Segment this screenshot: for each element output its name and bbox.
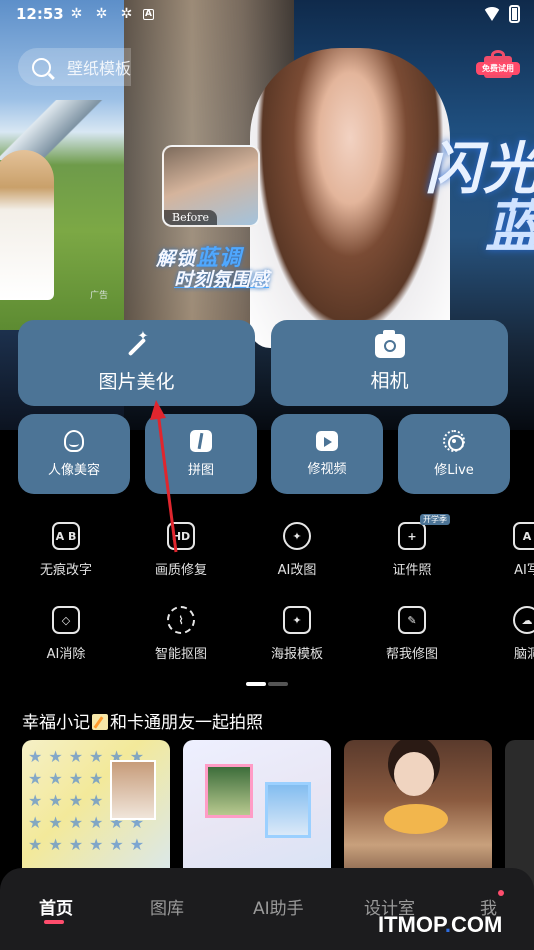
tool-label: 脑洞 — [513, 647, 534, 662]
free-trial-label: 免费试用 — [476, 62, 520, 75]
cutout-icon: ⌇ — [167, 606, 195, 634]
edit-video-button[interactable]: 修视频 — [271, 414, 383, 494]
photo-beautify-button[interactable]: 图片美化 — [18, 320, 255, 406]
section-title: 幸福小记 和卡通朋友一起拍照 — [22, 708, 263, 733]
tool-id-photo[interactable]: + 证件照 — [357, 522, 467, 578]
brain-icon: ☁ — [513, 606, 534, 634]
sync-icon: ✲ — [95, 6, 108, 22]
card-face — [394, 752, 434, 796]
section-title-pre: 幸福小记 — [22, 713, 90, 733]
search-placeholder: 壁纸模板 — [67, 59, 131, 78]
tool-ai-erase[interactable]: ◇ AI消除 — [11, 606, 121, 662]
portrait-beauty-button[interactable]: 人像美容 — [18, 414, 130, 494]
a-box-icon: A — [143, 9, 154, 20]
edit-live-button[interactable]: 修Live — [398, 414, 510, 494]
camera-button[interactable]: 相机 — [271, 320, 508, 406]
big-title-line2: 蓝 — [485, 198, 534, 256]
camera-label: 相机 — [370, 369, 409, 392]
battery-icon — [509, 5, 520, 23]
ad-tag: 广告 — [90, 291, 109, 301]
tool-label: 无痕改字 — [39, 563, 92, 578]
big-title-line1: 闪光 — [425, 136, 534, 202]
portrait-beauty-label: 人像美容 — [47, 463, 100, 478]
tool-help-edit[interactable]: ✎ 帮我修图 — [357, 606, 467, 662]
tool-label: 海报模板 — [270, 647, 323, 662]
nav-ai-assistant[interactable]: AI助手 — [253, 894, 304, 919]
card-photo — [110, 760, 156, 820]
eraser-icon: ◇ — [52, 606, 80, 634]
watermark-left: ITMOP — [378, 912, 445, 937]
page-dot-active — [246, 682, 266, 686]
card-photo — [265, 782, 311, 838]
photo-edit-icon: ✎ — [398, 606, 426, 634]
slogan-line2: 时刻氛围感 — [174, 269, 270, 291]
tool-label: 画质修复 — [154, 563, 207, 578]
before-thumbnail: Before — [162, 145, 260, 227]
face-icon — [64, 430, 84, 452]
card-pizza — [384, 804, 448, 834]
collage-label: 拼图 — [187, 463, 214, 478]
memo-icon — [92, 714, 108, 730]
site-watermark: ITMOP.COM — [378, 912, 502, 938]
poster-icon: ✦ — [283, 606, 311, 634]
tool-poster-template[interactable]: ✦ 海报模板 — [242, 606, 352, 662]
status-bar: 12:53 ✲ ✲ ✲ A — [0, 0, 534, 30]
tool-label: AI改图 — [277, 563, 317, 578]
tool-smart-cutout[interactable]: ⌇ 智能抠图 — [126, 606, 236, 662]
page-dot — [268, 682, 288, 686]
photo-beautify-label: 图片美化 — [98, 370, 175, 393]
edit-video-label: 修视频 — [307, 462, 347, 477]
edit-live-label: 修Live — [434, 463, 474, 478]
tool-ai-edit[interactable]: ✦ AI改图 — [242, 522, 352, 578]
hd-icon: HD — [167, 522, 195, 550]
tool-label: AI写 — [514, 563, 534, 578]
nav-active-indicator — [44, 920, 64, 924]
collage-button[interactable]: 拼图 — [145, 414, 257, 494]
card-photo — [205, 764, 253, 818]
ai-write-icon: A — [513, 522, 534, 550]
page-indicator — [246, 682, 288, 686]
section-title-post: 和卡通朋友一起拍照 — [110, 713, 263, 733]
tool-ai-write[interactable]: A AI写 — [472, 522, 534, 578]
tool-label: 帮我修图 — [385, 647, 438, 662]
search-bar[interactable]: 壁纸模板 — [18, 48, 131, 86]
banner-big-title: 闪光 蓝 — [425, 140, 534, 256]
tool-brainstorm[interactable]: ☁ 脑洞 — [472, 606, 534, 662]
before-label: Before — [164, 210, 218, 225]
camera-icon — [374, 329, 405, 358]
video-icon — [316, 431, 338, 451]
tool-label: AI消除 — [46, 647, 86, 662]
tool-label: 智能抠图 — [154, 647, 207, 662]
tool-label: 证件照 — [392, 563, 432, 578]
chat-sparkle-icon: ✦ — [283, 522, 311, 550]
notification-icons: ✲ ✲ ✲ A — [68, 6, 154, 23]
new-badge: 开学季 — [420, 514, 450, 525]
wifi-icon — [483, 7, 501, 21]
sync-icon: ✲ — [70, 6, 83, 22]
girl-figure — [0, 150, 54, 300]
model-figure — [250, 48, 450, 348]
text-swap-icon: A B — [52, 522, 80, 550]
notification-dot — [498, 890, 504, 896]
id-photo-icon: + — [398, 522, 426, 550]
magic-wand-icon — [124, 329, 150, 359]
sync-icon: ✲ — [120, 6, 133, 22]
nav-gallery[interactable]: 图库 — [150, 894, 184, 919]
tool-quality-repair[interactable]: HD 画质修复 — [126, 522, 236, 578]
search-icon — [32, 57, 51, 77]
collage-icon — [190, 430, 212, 452]
free-trial-gift[interactable]: 免费试用 — [476, 48, 520, 88]
nav-home[interactable]: 首页 — [39, 894, 73, 919]
live-icon — [443, 430, 465, 452]
clock: 12:53 — [16, 5, 64, 23]
tool-seamless-text[interactable]: A B 无痕改字 — [11, 522, 121, 578]
watermark-right: COM — [450, 912, 503, 937]
